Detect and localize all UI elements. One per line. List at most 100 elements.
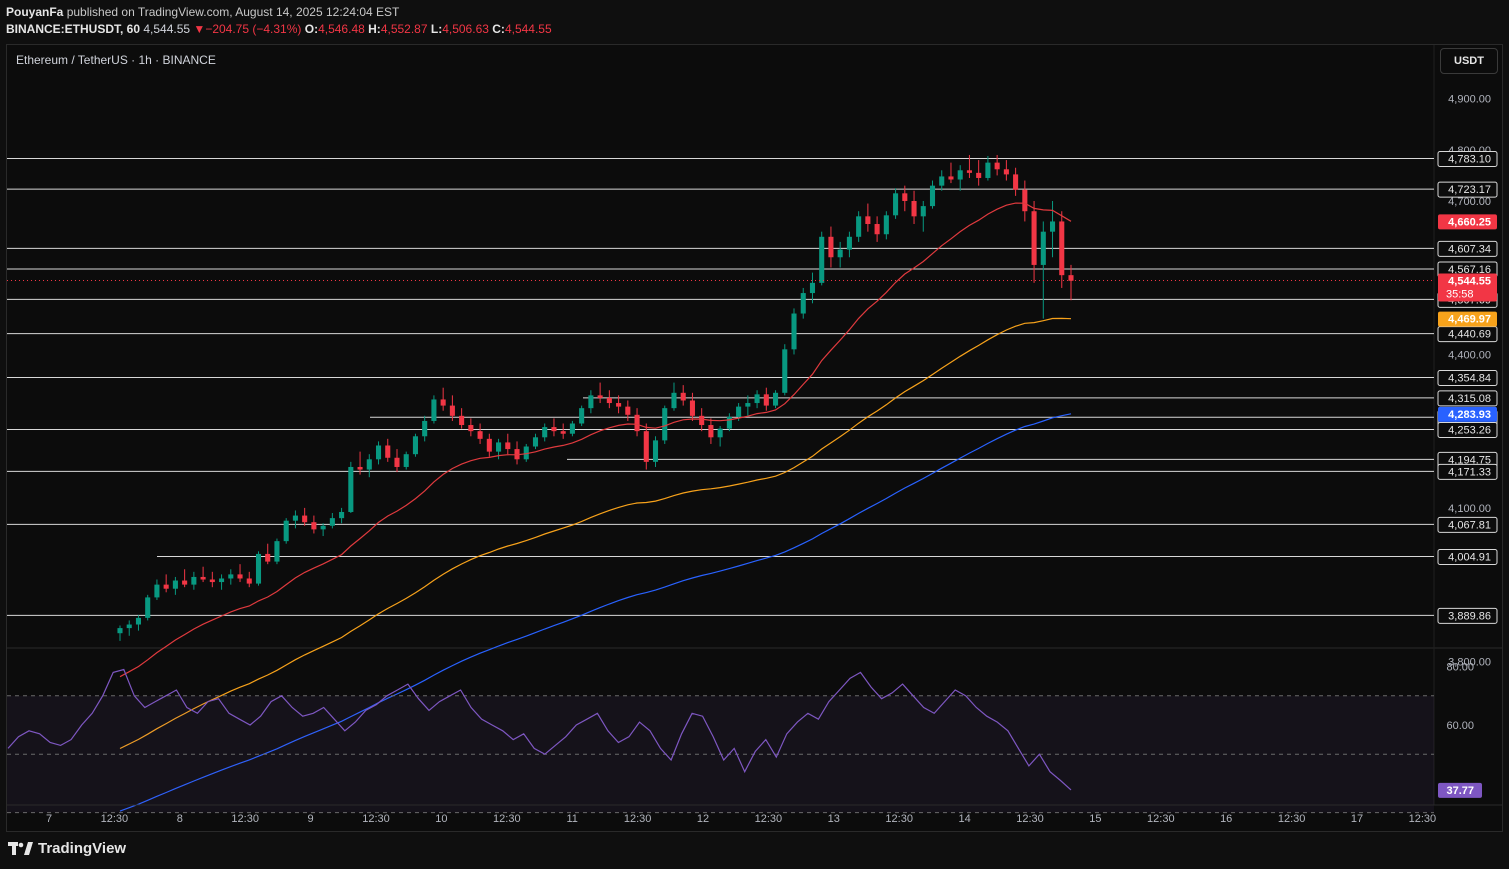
candle-body xyxy=(265,553,271,562)
candle-body xyxy=(440,399,446,406)
candle-body xyxy=(920,206,926,217)
candle-body xyxy=(145,597,151,618)
candle-body xyxy=(809,282,816,294)
candle-body xyxy=(209,579,215,583)
candle-body xyxy=(117,628,123,634)
candle-body xyxy=(1013,174,1019,190)
time-axis-tick: 12 xyxy=(697,813,709,825)
ema-line xyxy=(119,202,1072,678)
candle-body xyxy=(883,215,889,235)
ema-fast-badge-label: 4,660.25 xyxy=(1448,216,1491,228)
candle-body xyxy=(274,541,280,562)
candle-body xyxy=(255,553,262,584)
candle-body xyxy=(403,454,409,467)
currency-button[interactable]: USDT xyxy=(1440,48,1498,74)
level-label: 4,440.69 xyxy=(1448,329,1491,341)
candle-body xyxy=(643,431,649,462)
candle-body xyxy=(320,525,326,530)
candle-body xyxy=(597,395,603,398)
candle-body xyxy=(588,395,594,409)
candle-body xyxy=(782,349,788,393)
candle-body xyxy=(1031,211,1037,265)
candle-body xyxy=(412,436,418,455)
candle-body xyxy=(1040,231,1046,265)
candle-body xyxy=(431,399,437,421)
price-axis-tick: 4,100.00 xyxy=(1448,503,1491,515)
ema-line xyxy=(119,317,1072,750)
candle-body xyxy=(976,172,982,178)
candle-body xyxy=(754,394,760,404)
candle-body xyxy=(708,425,714,438)
time-axis-tick: 12:30 xyxy=(624,813,652,825)
candle-body xyxy=(763,394,769,406)
level-label: 4,171.33 xyxy=(1448,466,1491,478)
level-label: 4,723.17 xyxy=(1448,184,1491,196)
candle-body xyxy=(717,428,723,438)
candle-body xyxy=(966,170,972,173)
candle-body xyxy=(837,249,843,258)
last-price-badge-label: 4,544.55 xyxy=(1448,276,1491,288)
time-axis-tick: 10 xyxy=(435,813,447,825)
rsi-value-label: 37.77 xyxy=(1446,785,1474,797)
candle-body xyxy=(237,574,243,579)
time-axis-tick: 12:30 xyxy=(1147,813,1175,825)
candle-body xyxy=(246,578,252,584)
time-axis-tick: 15 xyxy=(1089,813,1101,825)
candle-body xyxy=(625,406,631,415)
price-axis-tick: 4,400.00 xyxy=(1448,349,1491,361)
time-axis-tick: 12:30 xyxy=(231,813,259,825)
candle-body xyxy=(846,236,852,250)
time-axis-tick: 14 xyxy=(958,813,970,825)
candle-body xyxy=(191,576,197,585)
rsi-axis-tick: 60.00 xyxy=(1446,720,1474,732)
candle-body xyxy=(1003,169,1009,175)
candle-body xyxy=(311,522,317,530)
tradingview-logo[interactable]: TradingView xyxy=(8,840,126,857)
time-axis-tick: 7 xyxy=(46,813,52,825)
level-label: 4,315.08 xyxy=(1448,393,1491,405)
rsi-axis-tick: 80.00 xyxy=(1446,662,1474,674)
time-axis-tick: 12:30 xyxy=(1409,813,1437,825)
candle-body xyxy=(911,200,917,217)
time-axis-tick: 17 xyxy=(1351,813,1363,825)
candle-body xyxy=(292,515,298,521)
chart-canvas[interactable]: 3,800.004,100.004,400.004,700.004,800.00… xyxy=(0,0,1509,869)
time-axis-tick: 8 xyxy=(177,813,183,825)
candle-body xyxy=(394,457,400,467)
candle-body xyxy=(477,431,483,439)
candle-body xyxy=(505,442,511,450)
candle-body xyxy=(459,415,465,426)
candle-body xyxy=(699,415,705,426)
candle-body xyxy=(1068,275,1074,281)
candle-body xyxy=(126,624,132,629)
time-axis-tick: 12:30 xyxy=(885,813,913,825)
candle-body xyxy=(948,176,954,180)
candle-body xyxy=(994,162,1000,170)
candle-body xyxy=(929,185,936,207)
tradingview-logo-icon xyxy=(8,841,33,855)
candle-body xyxy=(486,438,492,452)
level-label: 4,067.81 xyxy=(1448,519,1491,531)
level-label: 4,783.10 xyxy=(1448,153,1491,165)
candle-body xyxy=(736,406,742,417)
candle-body xyxy=(228,574,234,579)
candle-body xyxy=(154,584,160,598)
tradingview-brand: TradingView xyxy=(38,840,127,857)
candle-body xyxy=(985,162,991,178)
candle-body xyxy=(200,576,206,580)
candle-body xyxy=(579,408,585,424)
candle-body xyxy=(542,427,548,438)
candle-body xyxy=(874,224,880,235)
time-axis-tick: 12:30 xyxy=(1278,813,1306,825)
candle-body xyxy=(745,403,751,407)
candle-body xyxy=(449,405,455,416)
candle-body xyxy=(496,442,502,452)
candle-body xyxy=(634,414,640,432)
candle-body xyxy=(468,425,474,432)
candle-body xyxy=(939,176,945,186)
candle-body xyxy=(791,313,797,350)
candle-body xyxy=(551,427,557,432)
price-axis-tick: 4,700.00 xyxy=(1448,196,1491,208)
countdown-label: 35:58 xyxy=(1446,289,1474,301)
candle-body xyxy=(865,216,871,225)
